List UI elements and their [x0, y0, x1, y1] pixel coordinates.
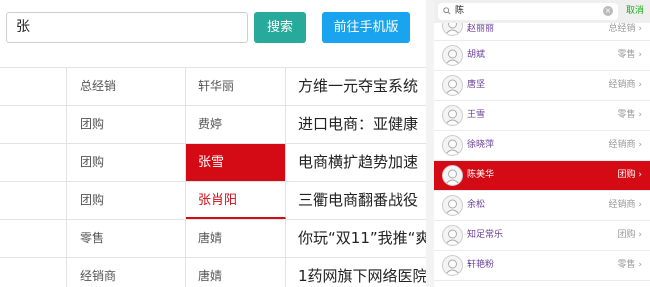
- avatar-icon: [442, 45, 463, 66]
- contact-tag: 经销商 ›: [608, 80, 642, 90]
- name-cell-selected[interactable]: 张雪: [186, 144, 286, 181]
- avatar-icon: [442, 135, 463, 156]
- contact-tag: 团购 ›: [617, 170, 642, 180]
- list-item-selected[interactable]: 陈美华 团购 ›: [434, 161, 650, 191]
- role-cell: 团购: [67, 182, 186, 219]
- table-row[interactable]: 零售 唐婧 你玩“双11”我推“爽: [0, 220, 426, 258]
- mobile-view: 赵丽丽 总经销 › 胡斌 零售 › 唐坚 经销商 › 王雪 零售 › 徐晓萍 经…: [434, 0, 650, 287]
- cancel-button[interactable]: 取消: [626, 3, 644, 20]
- table-cell: [0, 106, 67, 143]
- table-cell: [0, 144, 67, 181]
- avatar-icon: [442, 105, 463, 126]
- contact-tag: 经销商 ›: [608, 140, 642, 150]
- contact-list: 赵丽丽 总经销 › 胡斌 零售 › 唐坚 经销商 › 王雪 零售 › 徐晓萍 经…: [434, 15, 650, 281]
- role-cell: 团购: [67, 106, 186, 143]
- table-cell: [0, 258, 67, 287]
- title-cell[interactable]: 电商横扩趋势加速: [286, 144, 426, 181]
- title-cell[interactable]: 1药网旗下网络医院: [286, 258, 426, 287]
- role-cell: 总经销: [67, 68, 186, 105]
- avatar-icon: [442, 225, 463, 246]
- name-cell[interactable]: 费婷: [186, 106, 286, 143]
- table-cell: [0, 182, 67, 219]
- avatar-icon: [442, 255, 463, 276]
- title-cell[interactable]: 三衢电商翻番战役: [286, 182, 426, 219]
- mobile-search-bar: 陈 × 取消: [434, 0, 650, 23]
- contact-name: 唐坚: [467, 80, 486, 90]
- contact-name: 轩艳粉: [467, 260, 495, 270]
- title-cell[interactable]: 方维一元夺宝系统: [286, 68, 426, 105]
- list-item[interactable]: 知足常乐 团购 ›: [434, 221, 650, 251]
- contact-name: 徐晓萍: [467, 140, 495, 150]
- table-cell: [0, 220, 67, 257]
- role-cell: 零售: [67, 220, 186, 257]
- list-item[interactable]: 唐坚 经销商 ›: [434, 71, 650, 101]
- desktop-view: 张 搜索 前往手机版 总经销 轩华丽 方维一元夺宝系统 团购 费婷 进口电商：亚…: [0, 0, 426, 287]
- mobile-search-value: 陈: [455, 6, 465, 16]
- search-bar: 张 搜索 前往手机版: [0, 0, 426, 60]
- name-cell[interactable]: 唐婧: [186, 258, 286, 287]
- avatar-icon: [442, 165, 463, 186]
- contact-name: 胡斌: [467, 50, 486, 60]
- list-item[interactable]: 胡斌 零售 ›: [434, 41, 650, 71]
- table-row[interactable]: 经销商 唐婧 1药网旗下网络医院: [0, 258, 426, 287]
- search-icon: [443, 7, 451, 15]
- name-cell-highlighted[interactable]: 张肖阳: [186, 182, 286, 219]
- contact-tag: 团购 ›: [617, 230, 642, 240]
- table-row[interactable]: 团购 张肖阳 三衢电商翻番战役: [0, 182, 426, 220]
- table-row[interactable]: 团购 张雪 电商横扩趋势加速: [0, 144, 426, 182]
- contact-name: 余松: [467, 200, 486, 210]
- search-input[interactable]: 张: [6, 12, 248, 43]
- table-cell: [0, 68, 67, 105]
- role-cell: 经销商: [67, 258, 186, 287]
- avatar-icon: [442, 75, 463, 96]
- search-button[interactable]: 搜索: [254, 12, 306, 43]
- contact-tag: 零售 ›: [617, 50, 642, 60]
- table-row[interactable]: 团购 费婷 进口电商：亚健康: [0, 106, 426, 144]
- contact-name: 陈美华: [467, 170, 495, 180]
- title-cell[interactable]: 进口电商：亚健康: [286, 106, 426, 143]
- mobile-search-input[interactable]: 陈 ×: [438, 3, 618, 20]
- table-row[interactable]: 总经销 轩华丽 方维一元夺宝系统: [0, 67, 426, 106]
- list-item[interactable]: 余松 经销商 ›: [434, 191, 650, 221]
- contact-name: 王雪: [467, 110, 486, 120]
- list-item[interactable]: 轩艳粉 零售 ›: [434, 251, 650, 281]
- avatar-icon: [442, 195, 463, 216]
- title-cell[interactable]: 你玩“双11”我推“爽: [286, 220, 426, 257]
- contact-tag: 零售 ›: [617, 260, 642, 270]
- results-table: 总经销 轩华丽 方维一元夺宝系统 团购 费婷 进口电商：亚健康 团购 张雪 电商…: [0, 67, 426, 287]
- clear-icon[interactable]: ×: [603, 6, 613, 16]
- contact-tag: 经销商 ›: [608, 200, 642, 210]
- name-cell[interactable]: 轩华丽: [186, 68, 286, 105]
- contact-name: 知足常乐: [467, 230, 504, 240]
- mobile-version-button[interactable]: 前往手机版: [322, 12, 410, 43]
- contact-tag: 零售 ›: [617, 110, 642, 120]
- list-item[interactable]: 徐晓萍 经销商 ›: [434, 131, 650, 161]
- role-cell: 团购: [67, 144, 186, 181]
- list-item[interactable]: 王雪 零售 ›: [434, 101, 650, 131]
- name-cell[interactable]: 唐婧: [186, 220, 286, 257]
